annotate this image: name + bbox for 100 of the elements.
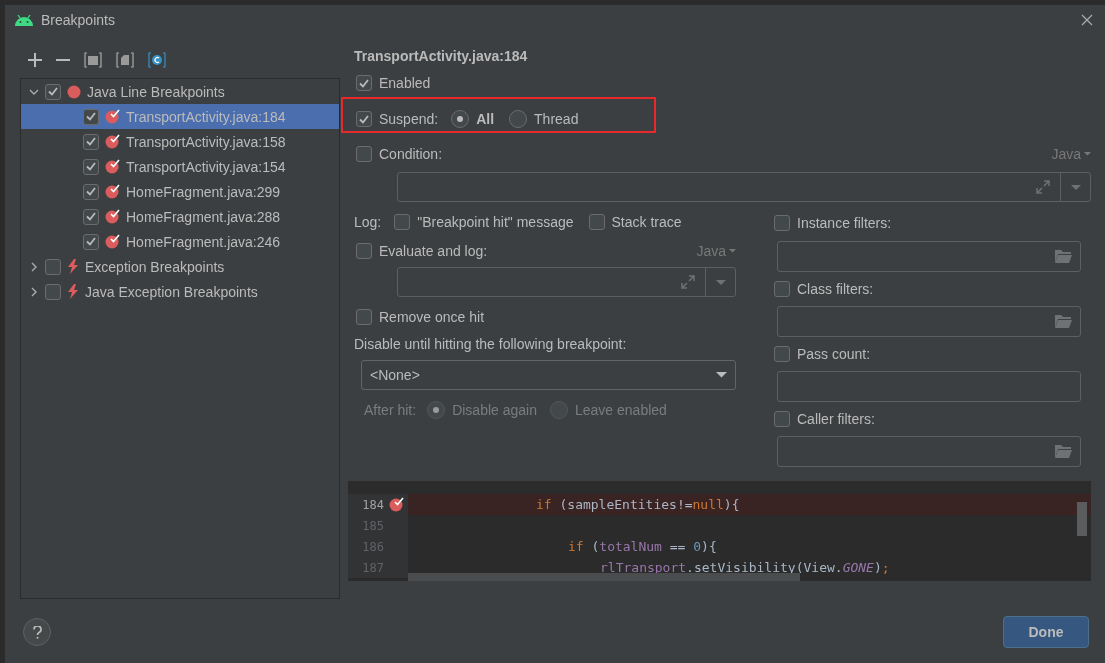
filter-field[interactable] — [777, 371, 1081, 402]
tree-row[interactable]: HomeFragment.java:246 — [21, 229, 339, 254]
breakpoint-check-icon — [105, 109, 120, 124]
folder-icon[interactable] — [1055, 445, 1072, 458]
radio-label: All — [476, 111, 495, 127]
checkbox[interactable] — [45, 258, 61, 275]
radio-button[interactable] — [509, 110, 528, 128]
tree-row[interactable]: HomeFragment.java:288 — [21, 204, 339, 229]
help-button[interactable] — [23, 618, 51, 646]
filter-field[interactable] — [777, 241, 1081, 272]
checkbox[interactable] — [394, 214, 411, 230]
checkbox[interactable] — [356, 146, 372, 162]
tree-row[interactable]: Java Line Breakpoints — [21, 79, 339, 104]
checkbox[interactable] — [774, 411, 790, 427]
tree-label: TransportActivity.java:158 — [126, 133, 286, 150]
class-group-icon[interactable] — [148, 52, 166, 68]
tree-label: TransportActivity.java:154 — [126, 158, 286, 175]
question-mark-icon — [32, 625, 42, 639]
filter-label: Instance filters: — [797, 215, 892, 231]
code-line: if (totalNum == 0){ — [568, 539, 717, 554]
after-hit-label: After hit: — [364, 402, 417, 418]
window-title: Breakpoints — [41, 12, 116, 28]
caret-icon — [716, 372, 727, 378]
checkbox[interactable] — [45, 283, 61, 300]
suspend-label: Suspend: — [379, 111, 439, 127]
expand-icon[interactable] — [681, 275, 695, 289]
lightning-icon — [67, 284, 79, 299]
breakpoint-check-icon — [105, 159, 120, 174]
chevron-right-icon[interactable] — [29, 261, 39, 272]
checkbox[interactable] — [83, 158, 99, 175]
checkbox[interactable] — [356, 75, 372, 91]
log-option-label: "Breakpoint hit" message — [417, 214, 574, 230]
condition-field[interactable] — [397, 172, 1091, 202]
filter-label: Pass count: — [797, 346, 871, 362]
breakpoint-check-icon — [388, 497, 404, 512]
checkbox[interactable] — [356, 309, 372, 325]
checkbox[interactable] — [83, 208, 99, 225]
scrollbar[interactable] — [408, 573, 800, 581]
expand-icon[interactable] — [1036, 180, 1050, 194]
file-group-icon[interactable] — [116, 52, 134, 68]
checkbox[interactable] — [774, 346, 790, 362]
lightning-icon — [67, 259, 79, 274]
checkbox[interactable] — [356, 243, 372, 259]
condition-label: Condition: — [379, 146, 443, 162]
radio-button[interactable] — [451, 110, 470, 128]
checkbox[interactable] — [774, 215, 790, 231]
checkbox[interactable] — [83, 183, 99, 200]
checkbox[interactable] — [356, 111, 372, 127]
tree-label: TransportActivity.java:184 — [126, 108, 286, 125]
scrollbar[interactable] — [1077, 502, 1087, 536]
caret-icon — [1084, 152, 1091, 156]
folder-group-icon[interactable] — [84, 52, 102, 68]
radio-label: Thread — [534, 111, 579, 127]
tree-row[interactable]: TransportActivity.java:158 — [21, 129, 339, 154]
tree-label: Java Line Breakpoints — [87, 83, 225, 100]
folder-icon[interactable] — [1055, 315, 1072, 328]
tree-row[interactable]: TransportActivity.java:154 — [21, 154, 339, 179]
caret-icon — [1070, 184, 1081, 190]
evaluate-field[interactable] — [397, 267, 736, 297]
tree-label: Exception Breakpoints — [85, 258, 225, 275]
tree-label: Java Exception Breakpoints — [85, 283, 258, 300]
tree-label: HomeFragment.java:299 — [126, 183, 281, 200]
radio-label: Disable again — [452, 402, 537, 418]
disable-until-label: Disable until hitting the following breakpoint: — [354, 336, 627, 352]
checkbox[interactable] — [588, 214, 605, 230]
tree-row[interactable]: Java Exception Breakpoints — [21, 279, 339, 304]
log-option-label: Stack trace — [611, 214, 682, 230]
breakpoint-dropdown[interactable]: <None> — [361, 360, 736, 390]
filter-field[interactable] — [777, 436, 1081, 467]
filter-field[interactable] — [777, 306, 1081, 337]
radio-label: Leave enabled — [575, 402, 667, 418]
line-number: 184 — [361, 497, 384, 512]
chevron-right-icon[interactable] — [29, 286, 39, 297]
filter-label: Class filters: — [797, 281, 874, 297]
checkbox[interactable] — [45, 83, 61, 100]
folder-icon[interactable] — [1055, 250, 1072, 263]
code-line: rlTransport.setVisibility(View.GONE); — [600, 560, 890, 575]
breakpoint-check-icon — [105, 209, 120, 224]
close-icon[interactable] — [1081, 14, 1093, 26]
checkbox[interactable] — [83, 133, 99, 150]
breakpoint-icon — [67, 84, 81, 99]
done-button[interactable]: Done — [1003, 616, 1089, 648]
checkbox[interactable] — [83, 108, 99, 125]
caret-icon — [729, 249, 736, 253]
breakpoint-check-icon — [105, 234, 120, 249]
caret-icon — [715, 279, 726, 285]
android-logo-icon — [15, 14, 33, 26]
checkbox[interactable] — [83, 233, 99, 250]
breakpoint-check-icon — [105, 184, 120, 199]
checkbox[interactable] — [774, 281, 790, 297]
code-line: if (sampleEntities!=null){ — [536, 497, 740, 512]
tree-label: HomeFragment.java:246 — [126, 233, 281, 250]
tree-row[interactable]: HomeFragment.java:299 — [21, 179, 339, 204]
tree-label: HomeFragment.java:288 — [126, 208, 281, 225]
breakpoint-check-icon — [105, 134, 120, 149]
tree-row[interactable]: Exception Breakpoints — [21, 254, 339, 279]
add-icon[interactable] — [28, 53, 42, 67]
breakpoint-title: TransportActivity.java:184 — [353, 47, 529, 66]
enabled-label: Enabled — [379, 75, 431, 91]
evaluate-label: Evaluate and log: — [379, 243, 488, 259]
